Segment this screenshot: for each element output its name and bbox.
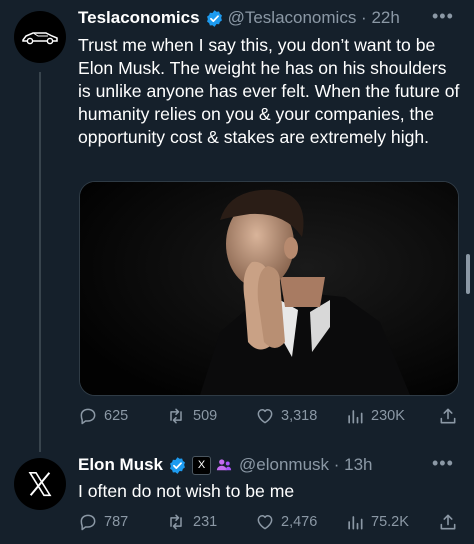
avatar[interactable] <box>14 11 66 63</box>
avatar[interactable] <box>14 458 66 510</box>
people-icon <box>216 459 232 471</box>
separator-dot: · <box>329 455 345 474</box>
photo-elon-musk <box>80 182 458 395</box>
tweet-text: I often do not wish to be me <box>78 481 295 501</box>
thread-line <box>39 72 41 452</box>
reply-count: 787 <box>104 514 129 530</box>
reply-button[interactable]: 625 <box>78 406 128 426</box>
scrollbar[interactable] <box>466 254 470 294</box>
separator-dot: · <box>356 8 372 27</box>
repost-icon <box>170 514 182 530</box>
tweet-teslaconomics[interactable]: Teslaconomics @Teslaconomics · 22h ••• T… <box>0 0 474 452</box>
views-count: 75.2K <box>371 514 409 530</box>
reply-icon <box>80 408 96 425</box>
repost-count: 231 <box>193 514 218 530</box>
reply-button[interactable]: 787 <box>78 512 128 532</box>
x-badge-icon[interactable]: X <box>192 455 212 475</box>
share-button[interactable] <box>438 511 464 533</box>
views-button[interactable]: 75.2K <box>345 512 409 532</box>
share-icon <box>440 514 456 530</box>
reply-count: 625 <box>104 408 129 424</box>
like-button[interactable]: 3,318 <box>255 406 317 426</box>
views-icon <box>348 410 363 424</box>
like-icon <box>257 515 273 530</box>
share-icon <box>440 408 456 424</box>
tweet-header: Teslaconomics @Teslaconomics · 22h <box>78 8 400 28</box>
tweet-text: Trust me when I say this, you don’t want… <box>78 35 460 147</box>
verified-icon <box>206 9 222 27</box>
author-handle[interactable]: @Teslaconomics <box>228 8 357 28</box>
repost-button[interactable]: 231 <box>165 512 217 532</box>
x-logo <box>28 471 52 497</box>
repost-button[interactable]: 509 <box>165 406 217 426</box>
like-icon <box>257 409 273 424</box>
tweet-time[interactable]: 13h <box>344 455 372 475</box>
views-icon <box>348 516 363 530</box>
like-count: 2,476 <box>281 514 318 530</box>
like-count: 3,318 <box>281 408 318 424</box>
verified-icon <box>170 456 185 474</box>
share-button[interactable] <box>438 405 464 427</box>
views-count: 230K <box>371 408 405 424</box>
tweet-elonmusk[interactable]: Elon Musk X @elonmusk · 13h ••• I often … <box>0 448 474 544</box>
tweet-actions: 787 231 2,476 75.2K <box>0 510 474 536</box>
tweet-time[interactable]: 22h <box>371 8 399 28</box>
author-handle[interactable]: @elonmusk <box>239 455 329 475</box>
tesla-car-logo <box>22 32 58 45</box>
views-button[interactable]: 230K <box>345 406 405 426</box>
tweet-header: Elon Musk X @elonmusk · 13h <box>78 455 373 475</box>
like-button[interactable]: 2,476 <box>255 512 317 532</box>
more-icon[interactable]: ••• <box>432 6 454 27</box>
author-name[interactable]: Teslaconomics <box>78 8 200 28</box>
tweet-actions: 625 509 3,318 230K <box>0 402 474 428</box>
repost-icon <box>170 408 182 424</box>
tweet-photo[interactable] <box>79 181 459 396</box>
repost-count: 509 <box>193 408 218 424</box>
more-icon[interactable]: ••• <box>432 453 454 474</box>
author-name[interactable]: Elon Musk <box>78 455 163 475</box>
reply-icon <box>80 514 96 531</box>
